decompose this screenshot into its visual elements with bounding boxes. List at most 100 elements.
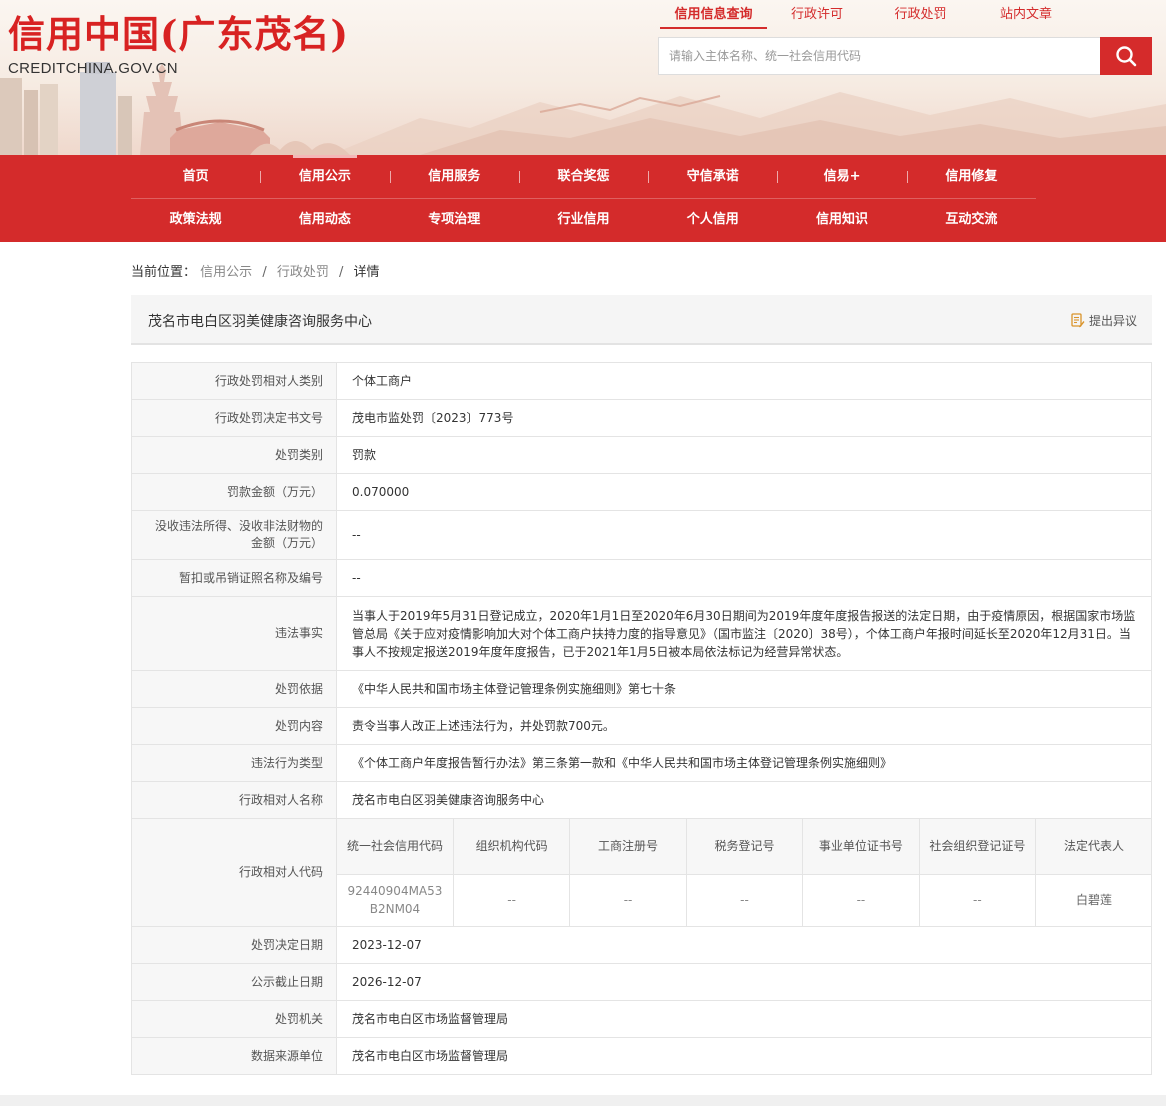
field-value: 0.070000 [336, 473, 1152, 511]
table-row: 行政相对人名称 茂名市电白区羽美健康咨询服务中心 [131, 781, 1152, 819]
top-link-admin-license[interactable]: 行政许可 [767, 5, 867, 29]
table-row: 处罚内容 责令当事人改正上述违法行为，并处罚款700元。 [131, 707, 1152, 745]
entity-title-bar: 茂名市电白区羽美健康咨询服务中心 提出异议 [131, 295, 1152, 345]
field-value: 当事人于2019年5月31日登记成立，2020年1月1日至2020年6月30日期… [336, 596, 1152, 671]
breadcrumb-item-credit-publicity[interactable]: 信用公示 [200, 265, 252, 280]
field-label: 行政相对人代码 [131, 818, 337, 927]
nav-item-credit-service[interactable]: 信用服务 [389, 155, 519, 198]
nav-item-joint-reward-punish[interactable]: 联合奖惩 [518, 155, 648, 198]
breadcrumb-item-admin-penalty[interactable]: 行政处罚 [277, 265, 329, 280]
nav-item-personal-credit[interactable]: 个人信用 [648, 198, 777, 241]
field-label: 违法事实 [131, 596, 337, 671]
field-value: 个体工商户 [336, 362, 1152, 400]
field-value: 茂名市电白区市场监督管理局 [336, 1000, 1152, 1038]
tax-reg-number: -- [685, 873, 804, 926]
field-value: 茂名市电白区市场监督管理局 [336, 1037, 1152, 1075]
code-header: 组织机构代码 [452, 819, 571, 875]
field-label: 暂扣或吊销证照名称及编号 [131, 559, 337, 597]
nav-item-industry-credit[interactable]: 行业信用 [519, 198, 648, 241]
field-label: 处罚类别 [131, 436, 337, 474]
nav-item-credit-repair[interactable]: 信用修复 [906, 155, 1036, 198]
nav-row-1: 首页 信用公示 信用服务 联合奖惩 守信承诺 信易+ 信用修复 [131, 155, 1036, 199]
objection-icon [1071, 313, 1085, 328]
subtable-value-row: 92440904MA53B2NM04 -- -- -- -- -- 白碧莲 [337, 873, 1152, 926]
org-code: -- [452, 873, 571, 926]
field-label: 处罚决定日期 [131, 926, 337, 964]
breadcrumb-separator: / [339, 265, 344, 280]
code-header: 社会组织登记证号 [918, 819, 1037, 875]
field-label: 罚款金额（万元） [131, 473, 337, 511]
social-org-cert-number: -- [918, 873, 1037, 926]
nav-row-2: 政策法规 信用动态 专项治理 行业信用 个人信用 信用知识 互动交流 [131, 198, 1036, 241]
code-header: 事业单位证书号 [802, 819, 920, 875]
field-value: 2026-12-07 [336, 963, 1152, 1001]
field-value: 2023-12-07 [336, 926, 1152, 964]
table-row: 违法行为类型 《个体工商户年度报告暂行办法》第三条第一款和《中华人民共和国市场主… [131, 744, 1152, 782]
field-label: 没收违法所得、没收非法财物的金额（万元） [131, 510, 337, 560]
site-logo-domain: CREDITCHINA.GOV.CN [8, 60, 178, 77]
field-value: 茂电市监处罚〔2023〕773号 [336, 399, 1152, 437]
site-logo-title[interactable]: 信用中国(广东茂名) [8, 12, 349, 56]
search-bar [658, 37, 1152, 75]
legal-representative: 白碧莲 [1035, 873, 1152, 926]
entity-code-subtable: 统一社会信用代码 组织机构代码 工商注册号 税务登记号 事业单位证书号 社会组织… [337, 819, 1152, 926]
main-navigation: 首页 信用公示 信用服务 联合奖惩 守信承诺 信易+ 信用修复 政策法规 信用动… [0, 155, 1166, 242]
table-row: 行政处罚决定书文号 茂电市监处罚〔2023〕773号 [131, 399, 1152, 437]
table-row: 行政处罚相对人类别 个体工商户 [131, 362, 1152, 400]
nav-item-credit-news[interactable]: 信用动态 [260, 198, 389, 241]
top-link-admin-penalty[interactable]: 行政处罚 [867, 5, 974, 29]
subtable-header-row: 统一社会信用代码 组织机构代码 工商注册号 税务登记号 事业单位证书号 社会组织… [337, 819, 1152, 875]
search-input[interactable] [658, 37, 1100, 75]
table-row: 违法事实 当事人于2019年5月31日登记成立，2020年1月1日至2020年6… [131, 596, 1152, 671]
field-label: 行政相对人名称 [131, 781, 337, 819]
breadcrumb-prefix: 当前位置： [131, 265, 197, 280]
field-label: 行政处罚相对人类别 [131, 362, 337, 400]
nav-item-xinyi-plus[interactable]: 信易+ [777, 155, 906, 198]
site-header: 信用中国(广东茂名) CREDITCHINA.GOV.CN 信用信息查询 行政许… [0, 0, 1166, 155]
table-row: 公示截止日期 2026-12-07 [131, 963, 1152, 1001]
footer-strip [0, 1095, 1166, 1106]
nav-item-interaction[interactable]: 互动交流 [907, 198, 1036, 241]
table-row: 数据来源单位 茂名市电白区市场监督管理局 [131, 1037, 1152, 1075]
entity-title: 茂名市电白区羽美健康咨询服务中心 [148, 314, 372, 330]
table-row: 暂扣或吊销证照名称及编号 -- [131, 559, 1152, 597]
nav-item-policy-regulations[interactable]: 政策法规 [131, 198, 260, 241]
field-label: 数据来源单位 [131, 1037, 337, 1075]
table-row: 处罚类别 罚款 [131, 436, 1152, 474]
field-value: 《个体工商户年度报告暂行办法》第三条第一款和《中华人民共和国市场主体登记管理条例… [336, 744, 1152, 782]
top-link-site-articles[interactable]: 站内文章 [974, 5, 1078, 29]
code-header: 法定代表人 [1035, 819, 1152, 875]
field-value: 《中华人民共和国市场主体登记管理条例实施细则》第七十条 [336, 670, 1152, 708]
table-row: 处罚决定日期 2023-12-07 [131, 926, 1152, 964]
table-row: 处罚依据 《中华人民共和国市场主体登记管理条例实施细则》第七十条 [131, 670, 1152, 708]
field-label: 违法行为类型 [131, 744, 337, 782]
field-label: 处罚内容 [131, 707, 337, 745]
nav-item-special-governance[interactable]: 专项治理 [390, 198, 519, 241]
field-label: 公示截止日期 [131, 963, 337, 1001]
raise-objection-label: 提出异议 [1088, 314, 1137, 328]
nav-item-credit-commitment[interactable]: 守信承诺 [648, 155, 777, 198]
table-row: 处罚机关 茂名市电白区市场监督管理局 [131, 1000, 1152, 1038]
code-header: 税务登记号 [685, 819, 804, 875]
business-reg-number: -- [569, 873, 687, 926]
field-label: 处罚依据 [131, 670, 337, 708]
code-header: 统一社会信用代码 [337, 819, 454, 875]
table-row: 行政相对人代码 统一社会信用代码 组织机构代码 工商注册号 税务登记号 事业单位… [131, 818, 1152, 927]
breadcrumb-item-detail: 详情 [353, 265, 380, 280]
field-value: 罚款 [336, 436, 1152, 474]
unified-credit-code: 92440904MA53B2NM04 [337, 873, 454, 926]
search-icon [1116, 46, 1137, 67]
field-value: 茂名市电白区羽美健康咨询服务中心 [336, 781, 1152, 819]
field-value: 责令当事人改正上述违法行为，并处罚款700元。 [336, 707, 1152, 745]
raise-objection-button[interactable]: 提出异议 [1071, 312, 1137, 329]
code-header: 工商注册号 [569, 819, 687, 875]
field-label: 行政处罚决定书文号 [131, 399, 337, 437]
nav-item-credit-publicity[interactable]: 信用公示 [260, 155, 389, 198]
nav-item-credit-knowledge[interactable]: 信用知识 [777, 198, 906, 241]
top-link-credit-query[interactable]: 信用信息查询 [660, 5, 767, 29]
top-link-bar: 信用信息查询 行政许可 行政处罚 站内文章 [660, 5, 1152, 29]
field-value: -- [336, 559, 1152, 597]
nav-item-home[interactable]: 首页 [131, 155, 260, 198]
search-button[interactable] [1100, 37, 1152, 75]
institution-cert-number: -- [802, 873, 920, 926]
